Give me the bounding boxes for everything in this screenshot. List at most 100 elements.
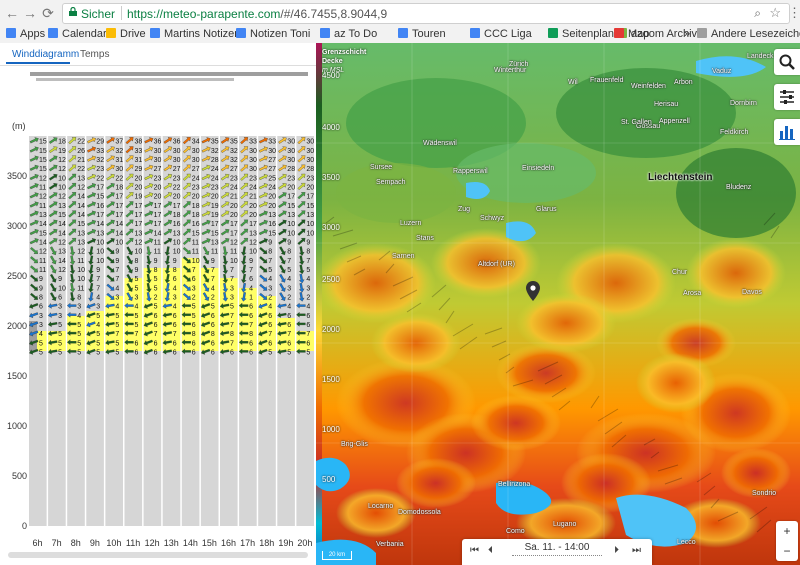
wind-speed: 6 <box>192 322 196 329</box>
url-text[interactable]: https://meteo-parapente.com/#/46.7455,8.… <box>127 7 387 21</box>
reload-icon[interactable]: ⟳ <box>40 4 56 22</box>
url-path: /#/46.7455,8.9044,9 <box>280 7 388 21</box>
bookmark-martins-notizen[interactable]: Martins Notizen <box>150 27 240 42</box>
step-forward-icon[interactable]: ⏵ <box>614 545 619 556</box>
diagram-button[interactable] <box>774 119 800 145</box>
wind-speed: 4 <box>96 322 100 329</box>
wind-speed: 22 <box>115 175 123 182</box>
bookmark-az-to-do[interactable]: az To Do <box>320 27 377 42</box>
settings-button[interactable] <box>774 84 800 110</box>
search-zoom-icon[interactable]: ⌕ <box>754 6 761 21</box>
bookmark-drive[interactable]: Drive <box>106 27 146 42</box>
place-label: Bludenz <box>726 184 752 191</box>
bookmark-seitenplan[interactable]: Seitenplan <box>548 27 614 42</box>
wind-speed: 17 <box>230 221 238 228</box>
time-slider[interactable] <box>512 555 602 560</box>
sliders-icon <box>780 90 794 104</box>
wind-speed: 5 <box>211 304 215 311</box>
wind-speed: 7 <box>249 267 253 274</box>
bookmark-touren[interactable]: Touren <box>398 27 446 42</box>
wind-speed: 15 <box>77 221 85 228</box>
bookmark-calendar[interactable]: Calendar <box>48 27 107 42</box>
wind-speed: 10 <box>249 249 257 256</box>
wind-speed: 5 <box>135 276 139 283</box>
wind-speed: 14 <box>77 203 85 210</box>
wind-speed: 15 <box>58 212 66 219</box>
hour-label: 19h <box>278 538 293 548</box>
terrain-map[interactable] <box>316 43 800 565</box>
zoom-in-button[interactable]: + <box>776 521 798 541</box>
bookmark-label: Apps <box>20 28 46 40</box>
wind-speed: 7 <box>287 331 291 338</box>
wind-speed: 24 <box>268 184 276 191</box>
skip-last-icon[interactable]: ⏭ <box>632 545 641 556</box>
sheet-icon <box>548 28 558 38</box>
wind-speed: 12 <box>77 249 85 256</box>
tab-temps[interactable]: Temps <box>80 49 109 60</box>
wind-speed: 30 <box>287 157 295 164</box>
location-pin-icon[interactable] <box>526 281 540 301</box>
wind-speed: 6 <box>173 349 177 356</box>
bookmarks-overflow[interactable]: » <box>684 27 690 42</box>
place-label: Stans <box>416 235 434 242</box>
wind-speed: 14 <box>154 230 162 237</box>
tab-winddiagramm[interactable]: Winddiagramm <box>12 49 79 60</box>
wind-speed: 5 <box>115 349 119 356</box>
wind-speed: 9 <box>115 249 119 256</box>
other-bookmarks[interactable]: Andere Lesezeichen <box>697 27 800 42</box>
wind-speed: 13 <box>249 230 257 237</box>
wind-speed: 6 <box>135 349 139 356</box>
wind-speed: 5 <box>115 313 119 320</box>
bookmark-label: Seitenplan <box>562 28 614 40</box>
time-range-bar[interactable] <box>30 72 308 76</box>
hour-label: 9h <box>90 538 100 548</box>
address-bar[interactable]: Sicher https://meteo-parapente.com/#/46.… <box>62 3 790 24</box>
wind-speed: 5 <box>77 340 81 347</box>
place-label: Wädenswil <box>423 140 457 147</box>
wind-speed: 20 <box>154 184 162 191</box>
wind-speed: 10 <box>135 249 143 256</box>
legend-line-2: Decke <box>322 58 343 65</box>
back-arrow-icon[interactable]: ← <box>4 4 20 22</box>
wind-speed: 6 <box>249 276 253 283</box>
bookmark-star-icon[interactable]: ☆ <box>769 5 781 21</box>
time-range-bar-secondary[interactable] <box>36 78 234 81</box>
wind-speed: 4 <box>306 304 310 311</box>
wind-speed: 30 <box>306 148 314 155</box>
search-button[interactable] <box>774 49 800 75</box>
wind-speed: 34 <box>192 139 200 146</box>
bookmark-notizen-toni[interactable]: Notizen Toni <box>236 27 310 42</box>
wind-speed: 14 <box>77 194 85 201</box>
bookmark-ccc-liga[interactable]: CCC Liga <box>470 27 532 42</box>
wind-speed: 29 <box>96 139 104 146</box>
wind-speed: 33 <box>268 139 276 146</box>
wind-speed: 22 <box>77 139 85 146</box>
wind-speed: 36 <box>154 139 162 146</box>
zoom-out-button[interactable]: − <box>776 541 798 561</box>
wind-speed: 15 <box>211 230 219 237</box>
wind-speed: 11 <box>77 258 84 265</box>
wind-speed: 9 <box>96 267 100 274</box>
wind-speed: 9 <box>287 239 291 246</box>
other-bookmarks-label: Andere Lesezeichen <box>711 28 800 40</box>
wind-speed: 13 <box>173 230 181 237</box>
hour-label: 11h <box>126 538 140 548</box>
browser-menu-icon[interactable]: ⋮ <box>788 5 800 21</box>
wind-speed: 28 <box>211 157 219 164</box>
forward-arrow-icon[interactable]: → <box>22 4 38 22</box>
wind-speed: 17 <box>173 203 181 210</box>
bookmark-apps[interactable]: Apps <box>6 27 45 42</box>
wind-speed: 23 <box>287 175 295 182</box>
wind-speed: 12 <box>58 157 66 164</box>
wind-speed: 8 <box>154 267 158 274</box>
wind-speed: 13 <box>77 230 85 237</box>
apps-grid-icon <box>6 28 16 38</box>
bookmark-map[interactable]: Map <box>614 27 649 42</box>
wind-speed: 5 <box>230 304 234 311</box>
wind-speed: 5 <box>306 349 310 356</box>
wind-speed: 15 <box>39 157 47 164</box>
address-separator <box>121 6 122 20</box>
wind-speed: 17 <box>154 221 162 228</box>
map-view[interactable]: Grenzschicht Decke m MSL 4500 4000 3500 300… <box>316 43 800 565</box>
horizontal-scrollbar[interactable] <box>8 552 308 558</box>
